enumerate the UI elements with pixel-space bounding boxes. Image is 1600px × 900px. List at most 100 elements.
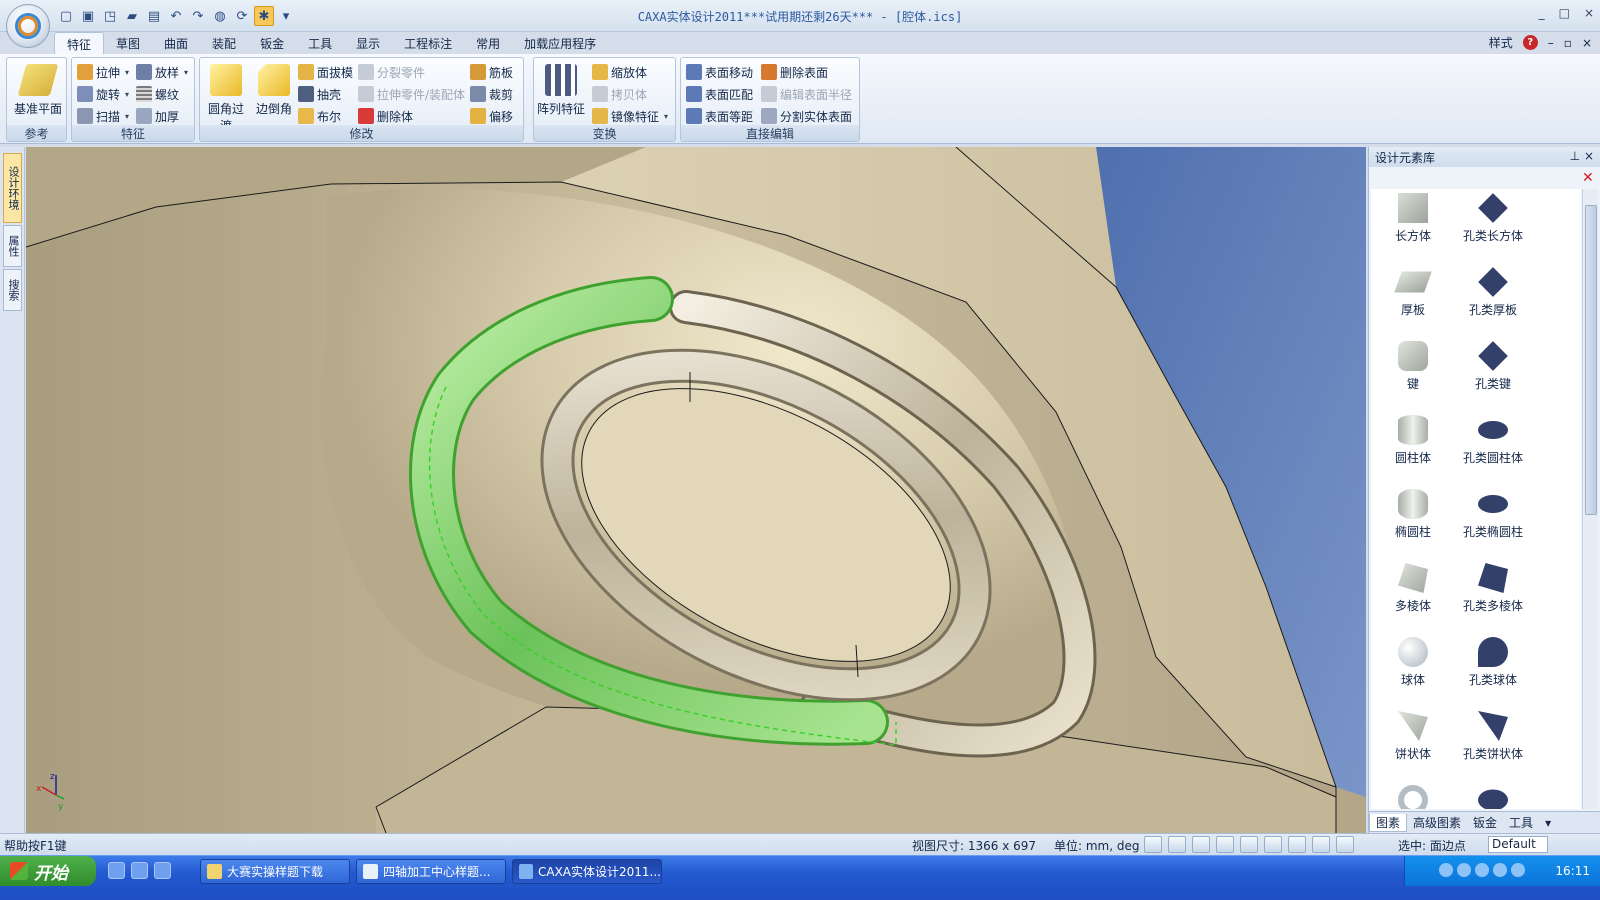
panel-scroll-thumb[interactable] [1585,205,1597,515]
element-hole-prism[interactable]: 孔类多棱体 [1451,559,1535,629]
element-hole-key[interactable]: 孔类键 [1451,337,1535,407]
trim-button[interactable]: 裁剪 [470,84,513,104]
tray-messenger-icon[interactable] [1475,863,1489,877]
tab-sheetmetal[interactable]: 钣金 [248,32,296,54]
tab-advanced-primitives[interactable]: 高级图素 [1407,814,1467,831]
tab-assembly[interactable]: 装配 [200,32,248,54]
chamfer-button[interactable]: 边倒角 [252,62,296,122]
face-draft-button[interactable]: 面拔模 [298,62,353,82]
view-orientation-icon[interactable] [1216,836,1234,853]
element-cylinder[interactable]: 圆柱体 [1371,411,1455,481]
move-face-button[interactable]: 表面移动 [686,62,753,82]
pan-icon[interactable] [1192,836,1210,853]
tab-properties[interactable]: 属性 [3,225,22,267]
offset-button[interactable]: 偏移 [470,106,513,126]
element-hole-torus[interactable] [1451,781,1535,809]
selection-filter[interactable]: 选中: 面边点 [1398,837,1466,854]
tab-tools-library[interactable]: 工具 [1503,814,1539,831]
tab-tools[interactable]: 工具 [296,32,344,54]
element-plate[interactable]: 厚板 [1371,263,1455,333]
help-icon[interactable]: ? [1522,35,1538,50]
element-hole-elliptic-cylinder[interactable]: 孔类椭圆柱 [1451,485,1535,555]
task-caxa[interactable]: CAXA实体设计2011... [512,859,662,884]
element-torus[interactable] [1371,781,1455,809]
3d-viewport[interactable]: z x y [26,147,1366,833]
ribbon-minimize-button[interactable]: – [1548,36,1554,50]
mirror-feature-button[interactable]: 镜像特征 ▾ [592,106,668,126]
tab-sheetmetal-library[interactable]: 钣金 [1467,814,1503,831]
pattern-feature-button[interactable]: 阵列特征 [536,62,586,122]
panel-scrollbar[interactable] [1582,189,1598,809]
element-key[interactable]: 键 [1371,337,1455,407]
element-hole-box[interactable]: 孔类长方体 [1451,189,1535,259]
tab-common[interactable]: 常用 [464,32,512,54]
browser-icon[interactable] [131,862,148,879]
tab-sketch[interactable]: 草图 [104,32,152,54]
shell-button[interactable]: 抽壳 [298,84,341,104]
copy-body-button[interactable]: 拷贝体 [592,84,647,104]
tab-design-environment[interactable]: 设计环境 [3,153,22,223]
split-part-button[interactable]: 分裂零件 [358,62,425,82]
tray-signal-icon[interactable] [1511,863,1525,877]
loft-button[interactable]: 放样 ▾ [136,62,188,82]
element-sphere[interactable]: 球体 [1371,633,1455,703]
panel-delete-icon[interactable]: ✕ [1582,171,1596,185]
tab-primitives[interactable]: 图素 [1369,813,1408,832]
split-face-button[interactable]: 分割实体表面 [761,106,852,126]
element-prism[interactable]: 多棱体 [1371,559,1455,629]
element-elliptic-cylinder[interactable]: 椭圆柱 [1371,485,1455,555]
default-style-select[interactable]: Default [1488,836,1548,853]
edit-face-radius-button[interactable]: 编辑表面半径 [761,84,852,104]
tab-surface[interactable]: 曲面 [152,32,200,54]
tab-search[interactable]: 搜索 [3,269,22,311]
element-hole-cylinder[interactable]: 孔类圆柱体 [1451,411,1535,481]
task-document[interactable]: 四轴加工中心样题... [356,859,506,884]
media-icon[interactable] [154,862,171,879]
thread-button[interactable]: 螺纹 [136,84,179,104]
thicken-button[interactable]: 加厚 [136,106,179,126]
camera-icon[interactable] [1336,836,1354,853]
panel-tabs-menu-icon[interactable]: ▾ [1539,816,1557,830]
tray-volume-icon[interactable] [1493,863,1507,877]
close-button[interactable]: × [1584,6,1594,20]
boolean-button[interactable]: 布尔 [298,106,341,126]
match-face-button[interactable]: 表面匹配 [686,84,753,104]
tray-network-icon[interactable] [1439,863,1453,877]
element-box[interactable]: 长方体 [1371,189,1455,259]
application-menu-button[interactable] [6,4,50,48]
shading-icon[interactable] [1288,836,1306,853]
tab-load-applications[interactable]: 加载应用程序 [512,32,608,54]
ribbon-restore-button[interactable]: ▫ [1564,36,1572,50]
element-pie[interactable]: 饼状体 [1371,707,1455,777]
delete-face-button[interactable]: 删除表面 [761,62,828,82]
tab-engineering-annotation[interactable]: 工程标注 [392,32,464,54]
tab-display[interactable]: 显示 [344,32,392,54]
show-desktop-icon[interactable] [108,862,125,879]
sweep-button[interactable]: 扫描 ▾ [77,106,129,126]
task-folder-download[interactable]: 大赛实操样题下载 [200,859,350,884]
delete-body-button[interactable]: 删除体 [358,106,413,126]
stretch-part-button[interactable]: 拉伸零件/装配体 [358,84,465,104]
tray-security-icon[interactable] [1457,863,1471,877]
panel-pin-close[interactable]: ⊥ × [1570,149,1594,165]
element-hole-pie[interactable]: 孔类饼状体 [1451,707,1535,777]
revolve-button[interactable]: 旋转 ▾ [77,84,129,104]
display-settings-icon[interactable] [1312,836,1330,853]
start-button[interactable]: 开始 [0,856,96,886]
offset-face-button[interactable]: 表面等距 [686,106,753,126]
rib-button[interactable]: 筋板 [470,62,513,82]
element-hole-plate[interactable]: 孔类厚板 [1451,263,1535,333]
scale-body-button[interactable]: 缩放体 [592,62,647,82]
fillet-button[interactable]: 圆角过渡 [204,62,248,133]
render-mode-icon[interactable] [1240,836,1258,853]
element-hole-sphere[interactable]: 孔类球体 [1451,633,1535,703]
extrude-button[interactable]: 拉伸 ▾ [77,62,129,82]
minimize-button[interactable]: _ [1539,6,1545,20]
tab-feature[interactable]: 特征 [54,32,105,54]
zoom-icon[interactable] [1168,836,1186,853]
maximize-button[interactable]: □ [1559,6,1570,20]
zoom-window-icon[interactable] [1144,836,1162,853]
ribbon-close-button[interactable]: × [1582,36,1592,50]
datum-plane-button[interactable]: 基准平面 [13,62,63,122]
section-view-icon[interactable] [1264,836,1282,853]
